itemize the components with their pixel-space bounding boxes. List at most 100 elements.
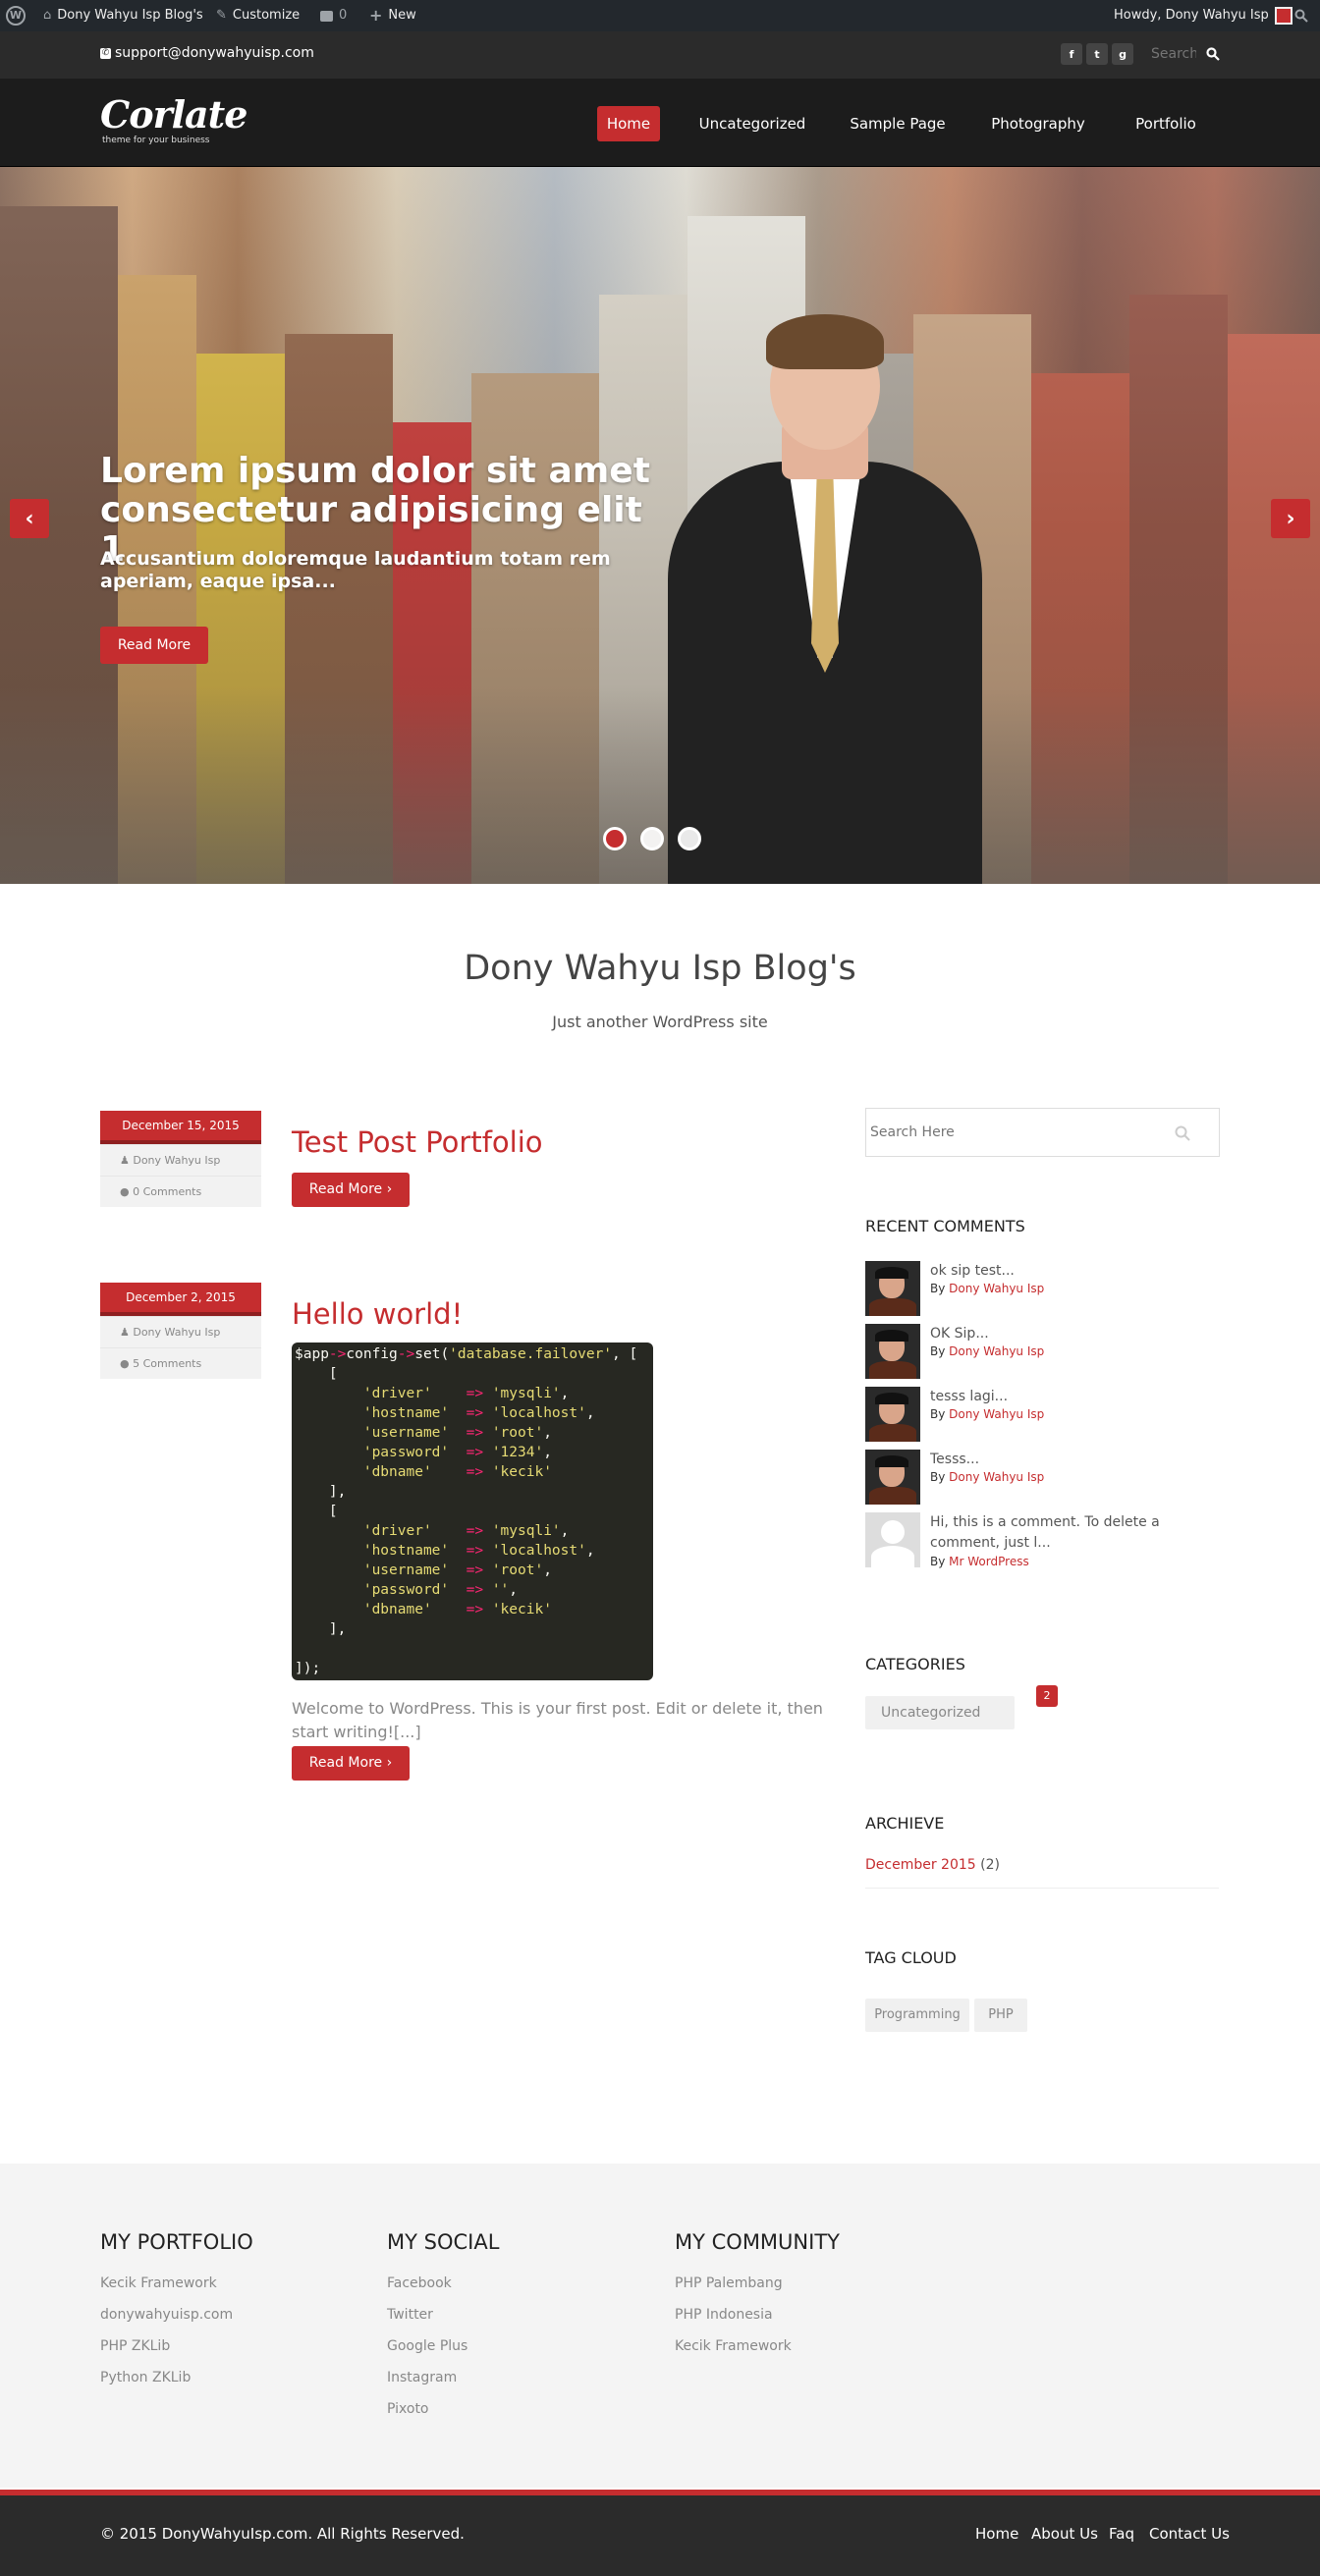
comment-author-link[interactable]: Dony Wahyu Isp [949, 1407, 1044, 1421]
comment-by: By Dony Wahyu Isp [930, 1407, 1045, 1421]
footer-widgets: MY PORTFOLIO Kecik Framework donywahyuis… [0, 2164, 1320, 2488]
post-meta: December 2, 2015 ♟ Dony Wahyu Isp ● 5 Co… [100, 1283, 261, 1379]
slider-dot-1[interactable] [603, 827, 627, 850]
footer-link[interactable]: PHP Indonesia [675, 2307, 773, 2323]
tag-programming[interactable]: Programming [865, 1999, 969, 2032]
post-comments[interactable]: ● 0 Comments [100, 1176, 261, 1207]
post-comments[interactable]: ● 5 Comments [100, 1347, 261, 1379]
user-icon: ♟ [120, 1326, 134, 1339]
footer-link[interactable]: Pixoto [387, 2401, 429, 2417]
bottom-link-faq[interactable]: Faq [1109, 2525, 1134, 2543]
post-date[interactable]: December 2, 2015 [100, 1283, 261, 1316]
comment-author-link[interactable]: Dony Wahyu Isp [949, 1470, 1044, 1484]
footer-link[interactable]: Twitter [387, 2307, 433, 2323]
search-icon [1294, 9, 1308, 23]
comment-author-link[interactable]: Mr WordPress [949, 1555, 1029, 1568]
avatar [865, 1324, 920, 1379]
slider-dot-3[interactable] [678, 827, 701, 850]
footer-link[interactable]: PHP Palembang [675, 2275, 783, 2291]
post-comments-count: 5 Comments [133, 1357, 202, 1370]
comment-icon: ● [120, 1357, 134, 1370]
post-title[interactable]: Test Post Portfolio [292, 1125, 543, 1159]
post-author[interactable]: ♟ Dony Wahyu Isp [100, 1144, 261, 1176]
admin-search-button[interactable] [1294, 0, 1308, 31]
brush-icon: ✎ [216, 8, 227, 23]
footer-link[interactable]: Python ZKLib [100, 2370, 191, 2385]
footer-link[interactable]: donywahyuisp.com [100, 2307, 233, 2323]
comments-count: 0 [339, 8, 348, 23]
post-title[interactable]: Hello world! [292, 1297, 463, 1331]
avatar [865, 1450, 920, 1505]
archive-link[interactable]: December 2015 [865, 1857, 976, 1873]
recent-comments-title: RECENT COMMENTS [865, 1217, 1025, 1235]
categories-title: CATEGORIES [865, 1655, 965, 1673]
archive-title: ARCHIEVE [865, 1814, 945, 1833]
nav-home[interactable]: Home [597, 106, 660, 141]
phone-icon: ✆ [100, 47, 111, 59]
post-author[interactable]: ♟ Dony Wahyu Isp [100, 1316, 261, 1347]
avatar-icon [1274, 7, 1292, 25]
footer-community-title: MY COMMUNITY [675, 2230, 840, 2254]
footer-link[interactable]: Kecik Framework [100, 2275, 217, 2291]
comment-text[interactable]: ok sip test... [930, 1261, 1225, 1282]
footer-link[interactable]: PHP ZKLib [100, 2338, 170, 2354]
nav-photography[interactable]: Photography [984, 106, 1092, 141]
twitter-icon[interactable]: t [1086, 43, 1108, 65]
account-menu[interactable]: Howdy, Dony Wahyu Isp [1114, 0, 1292, 31]
topbar-search-input[interactable] [1151, 43, 1196, 65]
site-logo-tagline: theme for your business [102, 136, 210, 145]
comment-author-link[interactable]: Dony Wahyu Isp [949, 1344, 1044, 1358]
blog-title: Dony Wahyu Isp Blog's [464, 949, 856, 988]
comment-text[interactable]: Hi, this is a comment. To delete a comme… [930, 1512, 1225, 1554]
admin-bar: W ⌂ Dony Wahyu Isp Blog's ✎ Customize 0 … [0, 0, 1320, 31]
nav-sample-page[interactable]: Sample Page [843, 106, 953, 141]
divider [865, 1888, 1219, 1889]
facebook-icon[interactable]: f [1061, 43, 1082, 65]
blog-description: Just another WordPress site [552, 1013, 768, 1031]
sidebar-search-input[interactable] [865, 1108, 1220, 1157]
comment-text[interactable]: OK Sip... [930, 1324, 1225, 1344]
github-icon[interactable]: g [1112, 43, 1133, 65]
comment-text[interactable]: tesss lagi... [930, 1387, 1225, 1407]
footer-portfolio-title: MY PORTFOLIO [100, 2230, 253, 2254]
avatar [865, 1387, 920, 1442]
slider-next-button[interactable]: › [1271, 499, 1310, 538]
code-block: $app->config->set('database.failover', [… [292, 1343, 653, 1680]
comment-by: By Dony Wahyu Isp [930, 1282, 1045, 1295]
comments-link[interactable]: 0 [320, 0, 347, 31]
footer-link[interactable]: Facebook [387, 2275, 452, 2291]
post-date[interactable]: December 15, 2015 [100, 1111, 261, 1144]
slider-prev-button[interactable]: ‹ [10, 499, 49, 538]
slide-read-more-button[interactable]: Read More [100, 627, 208, 664]
businessman-photo [668, 304, 982, 884]
footer-link[interactable]: Kecik Framework [675, 2338, 792, 2354]
search-icon[interactable] [1206, 47, 1220, 61]
bottom-link-home[interactable]: Home [975, 2525, 1018, 2543]
bottom-bar: © 2015 DonyWahyuIsp.com. All Rights Rese… [0, 2490, 1320, 2576]
archive-item: December 2015 (2) [865, 1857, 1000, 1873]
comment-author-link[interactable]: Dony Wahyu Isp [949, 1282, 1044, 1295]
new-content-link[interactable]: + New [369, 0, 416, 31]
footer-link[interactable]: Google Plus [387, 2338, 468, 2354]
site-name-link[interactable]: ⌂ Dony Wahyu Isp Blog's [43, 0, 203, 31]
bottom-link-about[interactable]: About Us [1031, 2525, 1098, 2543]
site-logo[interactable]: Corlate [100, 92, 248, 137]
nav-portfolio[interactable]: Portfolio [1128, 106, 1204, 141]
site-name-label: Dony Wahyu Isp Blog's [57, 8, 203, 23]
plus-icon: + [369, 6, 383, 25]
nav-uncategorized[interactable]: Uncategorized [693, 106, 811, 141]
footer-link[interactable]: Instagram [387, 2370, 457, 2385]
post-read-more-button[interactable]: Read More › [292, 1173, 410, 1207]
comment-by: By Dony Wahyu Isp [930, 1470, 1045, 1484]
comment-text[interactable]: Tesss... [930, 1450, 1225, 1470]
bottom-link-contact[interactable]: Contact Us [1149, 2525, 1230, 2543]
search-icon[interactable] [1175, 1125, 1190, 1141]
customize-link[interactable]: ✎ Customize [216, 0, 300, 31]
post-read-more-button[interactable]: Read More › [292, 1746, 410, 1781]
category-uncategorized[interactable]: Uncategorized [865, 1696, 1015, 1729]
comment-by: By Dony Wahyu Isp [930, 1344, 1045, 1358]
tag-php[interactable]: PHP [974, 1999, 1027, 2032]
slider-dot-2[interactable] [640, 827, 664, 850]
support-email[interactable]: ✆ support@donywahyuisp.com [100, 45, 314, 61]
wordpress-logo-button[interactable]: W [6, 0, 26, 31]
